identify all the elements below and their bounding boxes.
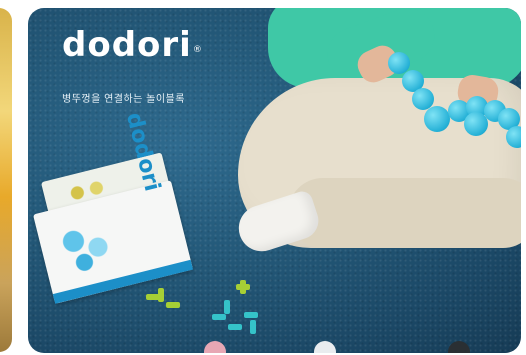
toy-clip xyxy=(166,302,180,308)
banner-card[interactable]: dodori dodori® 병뚜껑을 연결하는 놀이블록 xyxy=(28,8,521,353)
toy-clip xyxy=(228,324,242,330)
toy-clip xyxy=(212,314,226,320)
registered-mark: ® xyxy=(192,45,203,55)
brand-logo: dodori® xyxy=(62,28,202,62)
toy-clip xyxy=(244,312,258,318)
person-legs xyxy=(288,178,521,248)
toy-piece xyxy=(424,106,450,132)
previous-slide-card[interactable] xyxy=(0,8,12,352)
toy-clip xyxy=(240,280,246,294)
toy-piece xyxy=(506,126,521,148)
brand-logo-text: dodori xyxy=(62,25,192,65)
banner-tagline: 병뚜껑을 연결하는 놀이블록 xyxy=(62,94,185,105)
box-illustration xyxy=(53,218,120,277)
toy-clip xyxy=(224,300,230,314)
toy-piece xyxy=(464,112,488,136)
toy-clip xyxy=(250,320,256,334)
toy-clip xyxy=(158,288,164,302)
